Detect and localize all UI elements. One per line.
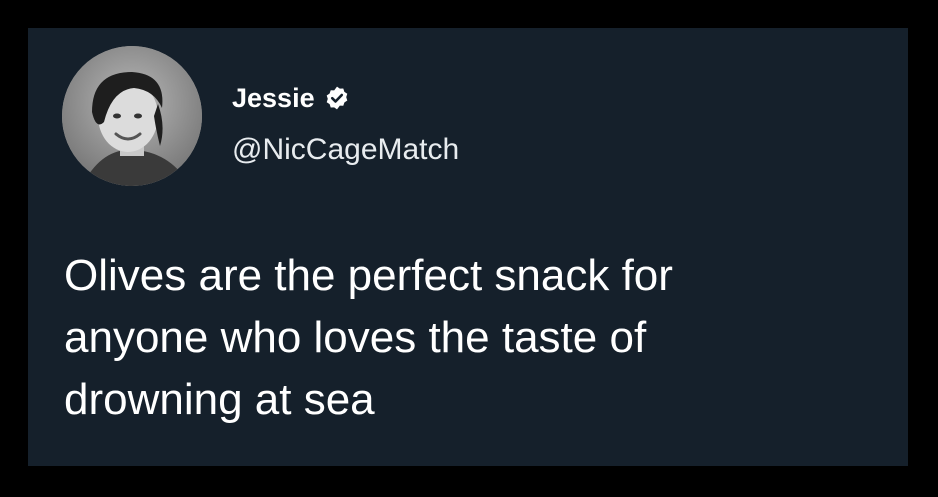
tweet-text-line: anyone who loves the taste of — [64, 313, 647, 362]
author-display-name[interactable]: Jessie — [232, 80, 315, 116]
tweet-text: Olives are the perfect snack for anyone … — [64, 245, 884, 431]
profile-photo-icon — [62, 46, 202, 186]
author-handle[interactable]: @NicCageMatch — [232, 132, 459, 168]
tweet-text-line: Olives are the perfect snack for — [64, 251, 673, 300]
screenshot-frame: Jessie @NicCageMatch Olives are the perf… — [0, 0, 938, 497]
verified-badge-icon — [324, 85, 350, 111]
tweet-text-line: drowning at sea — [64, 375, 375, 424]
tweet-card[interactable]: Jessie @NicCageMatch Olives are the perf… — [28, 28, 908, 466]
author-name-row: Jessie — [232, 80, 350, 116]
avatar[interactable] — [62, 46, 202, 186]
